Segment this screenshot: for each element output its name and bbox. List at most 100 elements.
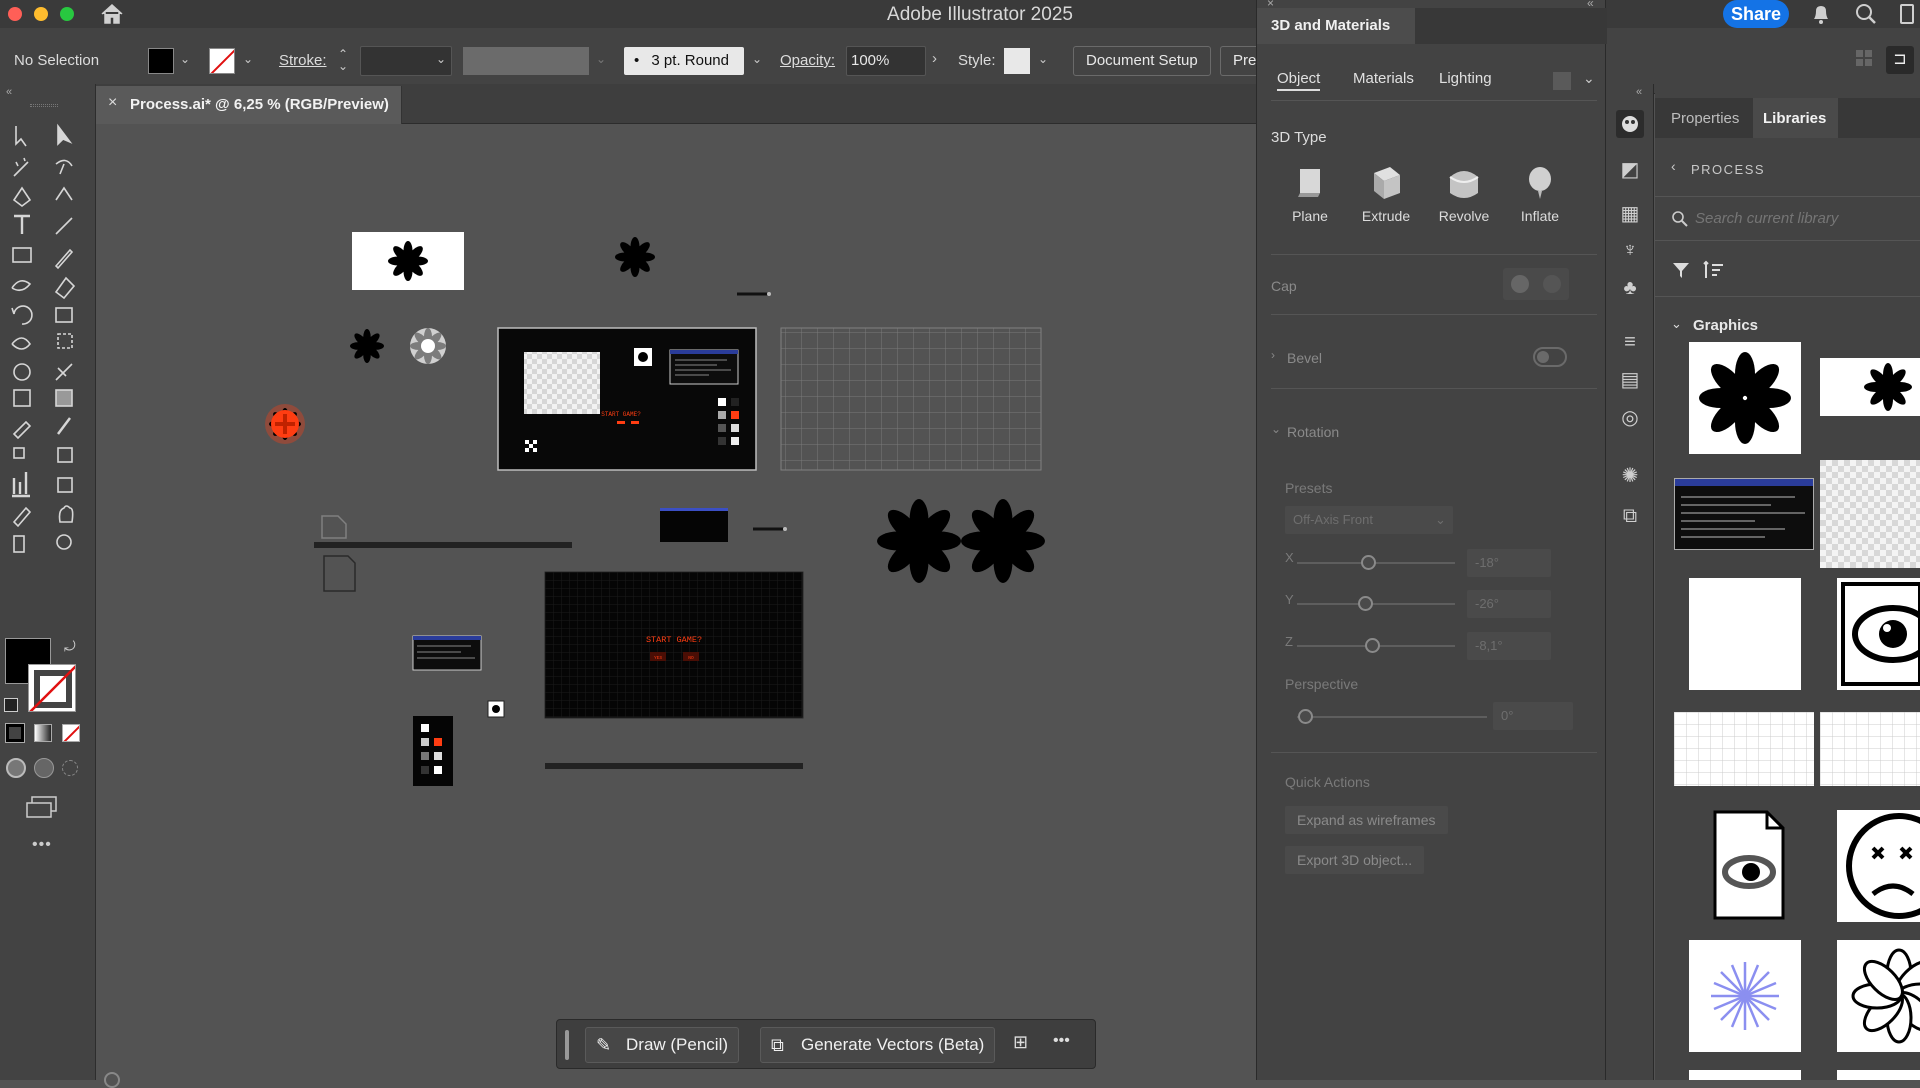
gradient-mode-icon[interactable] [34, 724, 52, 742]
draw-behind-icon[interactable] [34, 758, 54, 778]
library-item[interactable] [1689, 1070, 1801, 1080]
opacity-field[interactable]: 100% [846, 46, 926, 76]
arrange-documents-icon[interactable] [1856, 50, 1872, 66]
brushes-icon[interactable]: ♆ [1618, 238, 1642, 262]
edit-toolbar-icon[interactable]: ••• [32, 836, 52, 854]
collapse-strip-icon[interactable]: « [1636, 86, 1642, 98]
stroke-color-box[interactable] [28, 664, 76, 712]
transparency-icon[interactable]: ◩ [1618, 158, 1642, 182]
panel-title[interactable]: 3D and Materials [1257, 8, 1415, 44]
y-slider-track[interactable] [1297, 603, 1455, 605]
inflate-option[interactable]: Inflate [1511, 163, 1569, 243]
plane-option[interactable]: Plane [1287, 163, 1333, 243]
3d-materials-icon[interactable] [1616, 110, 1644, 138]
tab-lighting[interactable]: Lighting [1439, 70, 1492, 87]
search-icon[interactable] [1854, 2, 1878, 26]
style-swatch[interactable] [1004, 48, 1030, 74]
rotation-label[interactable]: Rotation [1287, 424, 1339, 440]
screen-mode-icon[interactable] [26, 796, 58, 818]
export-3d-object-button[interactable]: Export 3D object... [1285, 846, 1425, 874]
swap-colors-icon[interactable]: ⤾ [64, 638, 76, 655]
expand-wireframes-button[interactable]: Expand as wireframes [1285, 806, 1448, 834]
z-value-field[interactable]: -8,1° [1467, 632, 1551, 660]
graphic-styles-icon[interactable]: ✺ [1618, 464, 1642, 488]
bevel-toggle[interactable] [1533, 347, 1567, 367]
draw-normal-icon[interactable] [6, 758, 26, 778]
canvas[interactable]: START GAME? START GAME? YES NO [97, 124, 1257, 1080]
none-mode-icon[interactable] [62, 724, 80, 742]
library-item[interactable] [1689, 810, 1801, 922]
library-item[interactable] [1837, 810, 1920, 922]
tab-libraries[interactable]: Libraries [1763, 110, 1826, 127]
library-item[interactable] [1820, 460, 1920, 568]
library-search-input[interactable] [1695, 204, 1915, 232]
tab-object[interactable]: Object [1277, 70, 1321, 91]
draw-pencil-button[interactable]: ✎ Draw (Pencil) [585, 1027, 740, 1063]
revolve-option[interactable]: Revolve [1433, 163, 1495, 243]
swatches-icon[interactable]: ▦ [1618, 202, 1642, 226]
extrude-option[interactable]: Extrude [1355, 163, 1417, 243]
y-value-field[interactable]: -26° [1467, 590, 1551, 618]
cap-on-icon[interactable] [1511, 275, 1529, 293]
cap-off-icon[interactable] [1543, 275, 1561, 293]
tab-properties[interactable]: Properties [1671, 110, 1739, 127]
perspective-slider-track[interactable] [1297, 716, 1487, 718]
draw-inside-icon[interactable] [62, 760, 78, 776]
library-item[interactable] [1837, 578, 1920, 690]
panel-toggle-icon[interactable] [1900, 4, 1914, 24]
x-value-field[interactable]: -18° [1467, 549, 1551, 577]
collapse-panel-icon[interactable]: « [6, 86, 12, 98]
library-item[interactable] [1689, 940, 1801, 1052]
artboards-icon[interactable]: ⧉ [1618, 504, 1642, 528]
chevron-down-icon[interactable]: ⌄ [180, 52, 190, 66]
brush-definition[interactable]: • 3 pt. Round [624, 47, 744, 75]
perspective-slider-knob[interactable] [1298, 709, 1313, 724]
chevron-down-icon[interactable]: ⌄ [243, 52, 253, 66]
z-slider-knob[interactable] [1365, 638, 1380, 653]
fill-swatch[interactable] [148, 48, 174, 74]
library-item[interactable] [1820, 358, 1920, 416]
graphics-section-heading[interactable]: Graphics [1693, 317, 1758, 334]
chevron-right-icon[interactable]: › [1271, 348, 1275, 362]
x-slider-knob[interactable] [1361, 555, 1376, 570]
library-item[interactable] [1689, 578, 1801, 690]
chevron-down-icon[interactable]: ⌄ [1583, 70, 1595, 87]
chevron-down-icon[interactable]: ⌄ [436, 52, 446, 66]
share-button[interactable]: Share [1723, 0, 1789, 28]
bevel-label[interactable]: Bevel [1287, 350, 1322, 366]
preferences-button[interactable]: Pref [1220, 46, 1260, 76]
properties-panel-icon[interactable]: ⊐ [1886, 46, 1914, 74]
chevron-down-icon[interactable]: ⌄ [752, 52, 762, 66]
drag-handle[interactable] [565, 1030, 569, 1060]
appearance-icon[interactable]: ◎ [1618, 406, 1642, 430]
bell-icon[interactable] [1810, 2, 1832, 26]
panel-grip[interactable] [30, 104, 58, 107]
gradient-panel-icon[interactable]: ▤ [1618, 368, 1642, 392]
library-item[interactable] [1674, 712, 1814, 786]
close-tab-icon[interactable]: × [108, 94, 117, 112]
opacity-label[interactable]: Opacity: [780, 52, 835, 69]
document-tab[interactable]: × Process.ai* @ 6,25 % (RGB/Preview) [96, 86, 402, 124]
symbols-icon[interactable]: ♣ [1618, 276, 1642, 300]
library-item[interactable] [1689, 342, 1801, 454]
library-item[interactable] [1820, 712, 1920, 786]
recolor-icon[interactable]: ⊞ [1013, 1032, 1037, 1056]
variable-width-profile[interactable] [463, 47, 589, 75]
library-item[interactable] [1837, 1070, 1920, 1080]
presets-dropdown[interactable]: Off-Axis Front ⌄ [1285, 506, 1453, 534]
y-slider-knob[interactable] [1358, 596, 1373, 611]
x-slider-track[interactable] [1297, 562, 1455, 564]
render-settings-icon[interactable] [1553, 72, 1571, 90]
stroke-stepper[interactable]: ⌃ ⌄ [338, 48, 348, 72]
chevron-right-icon[interactable]: › [932, 50, 937, 67]
perspective-value-field[interactable]: 0° [1493, 702, 1573, 730]
tab-materials[interactable]: Materials [1353, 70, 1414, 87]
generate-vectors-button[interactable]: ⧉ Generate Vectors (Beta) [760, 1027, 996, 1063]
default-colors-icon[interactable] [4, 698, 18, 712]
library-item[interactable] [1674, 478, 1814, 550]
more-options-button[interactable]: ••• [1053, 1032, 1070, 1050]
library-breadcrumb[interactable]: PROCESS [1691, 162, 1765, 177]
document-setup-button[interactable]: Document Setup [1073, 46, 1211, 76]
stroke-swatch[interactable] [209, 48, 235, 74]
sort-icon[interactable] [1703, 260, 1725, 280]
